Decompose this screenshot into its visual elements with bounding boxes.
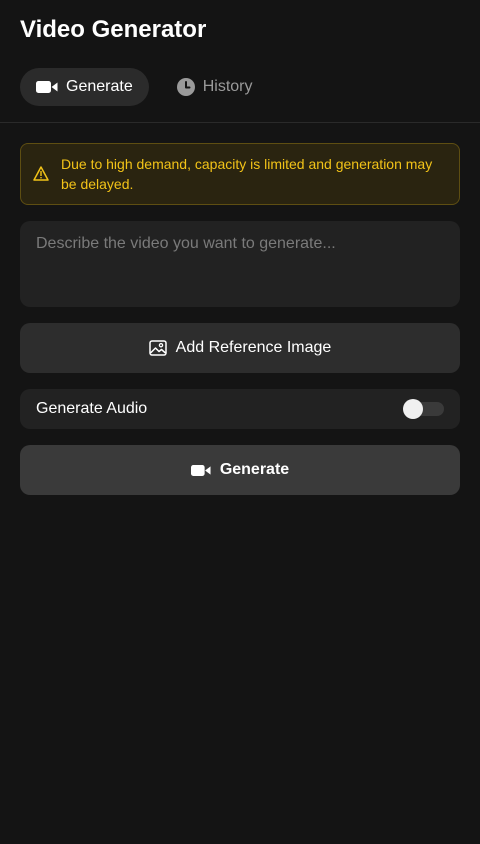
generate-button[interactable]: Generate: [20, 445, 460, 495]
generate-audio-row: Generate Audio: [20, 389, 460, 429]
video-camera-icon: [190, 464, 211, 477]
capacity-warning-banner: Due to high demand, capacity is limited …: [20, 143, 460, 205]
warning-message: Due to high demand, capacity is limited …: [61, 156, 433, 192]
clock-icon: [176, 78, 195, 96]
video-camera-icon: [36, 80, 58, 94]
warning-icon: [33, 166, 49, 186]
tab-history-label: History: [202, 78, 253, 95]
page-title: Video Generator: [20, 16, 207, 43]
video-generator-app: Video Generator Generate History Due to …: [0, 0, 480, 844]
tab-history[interactable]: History: [161, 68, 269, 106]
tab-generate[interactable]: Generate: [20, 68, 149, 106]
generate-audio-toggle[interactable]: [403, 399, 444, 419]
toggle-knob: [403, 399, 423, 419]
generate-button-label: Generate: [219, 461, 290, 478]
tab-bar: Generate History: [20, 68, 269, 106]
add-reference-image-label: Add Reference Image: [175, 339, 332, 356]
tab-generate-label: Generate: [66, 78, 133, 95]
header-divider: [0, 122, 480, 123]
add-reference-image-button[interactable]: Add Reference Image: [20, 323, 460, 373]
generate-audio-label: Generate Audio: [36, 400, 148, 417]
video-prompt-input[interactable]: [20, 221, 460, 307]
image-icon: [148, 340, 167, 356]
